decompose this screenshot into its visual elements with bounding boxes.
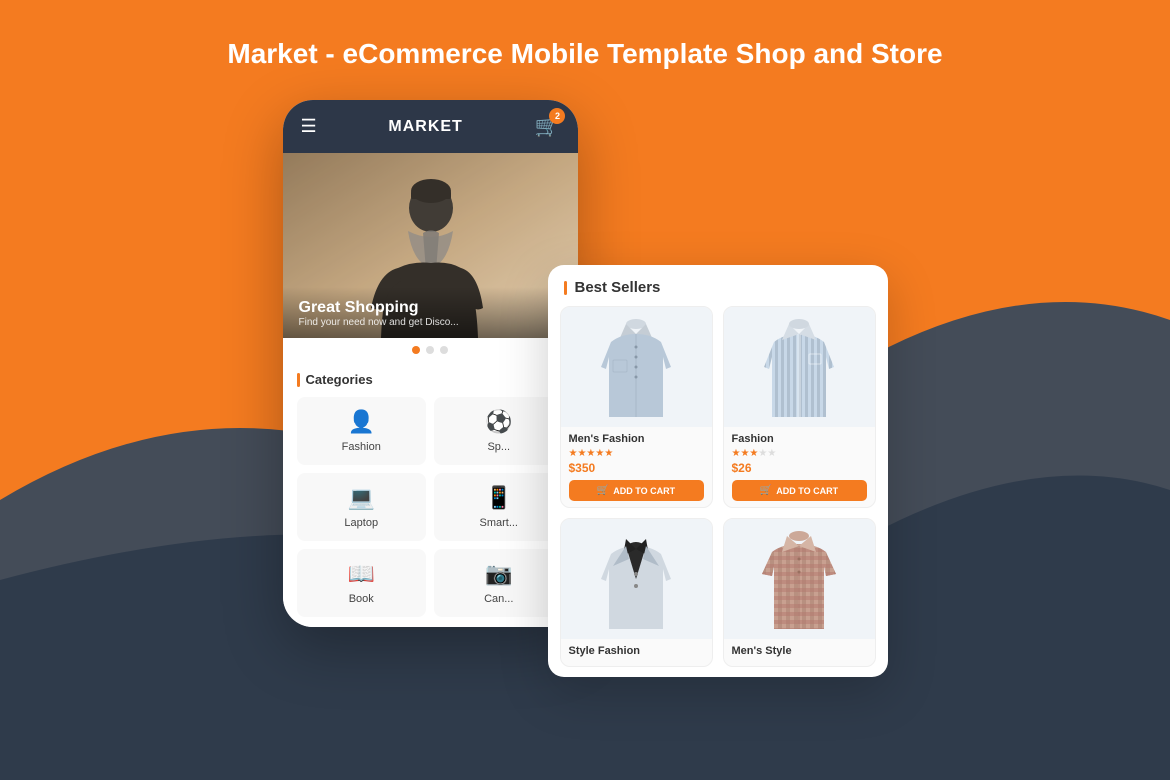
book-label: Book bbox=[349, 593, 374, 605]
product-info-mens-fashion: Men's Fashion ★★★★★ $350 🛒 ADD TO CART bbox=[561, 427, 712, 507]
product-fashion: Fashion ★★★★★ $26 🛒 ADD TO CART bbox=[723, 306, 876, 508]
product-name-fashion: Fashion bbox=[732, 433, 867, 445]
product-mens-style: Men's Style bbox=[723, 518, 876, 667]
book-icon: 📖 bbox=[348, 561, 375, 587]
smartphone-label: Smart... bbox=[479, 517, 518, 529]
best-sellers-header: Best Sellers bbox=[548, 265, 888, 306]
categories-grid: 👤 Fashion ⚽ Sp... 💻 Laptop 📱 Smart... 📖 bbox=[297, 397, 564, 617]
bs-section-bar bbox=[564, 281, 567, 295]
phone-hero: Great Shopping Find your need now and ge… bbox=[283, 153, 578, 338]
add-to-cart-mens-fashion[interactable]: 🛒 ADD TO CART bbox=[569, 480, 704, 501]
sports-label: Sp... bbox=[487, 441, 510, 453]
phone-header: ☰ MARKET 🛒 2 bbox=[283, 100, 578, 153]
cart-btn-icon-1: 🛒 bbox=[597, 485, 609, 496]
product-name-style-fashion: Style Fashion bbox=[569, 645, 704, 657]
product-info-mens-style: Men's Style bbox=[724, 639, 875, 666]
dot-3[interactable] bbox=[440, 346, 448, 354]
category-smartphone[interactable]: 📱 Smart... bbox=[434, 473, 564, 541]
camera-icon: 📷 bbox=[485, 561, 512, 587]
category-sports[interactable]: ⚽ Sp... bbox=[434, 397, 564, 465]
category-fashion[interactable]: 👤 Fashion bbox=[297, 397, 427, 465]
product-name-mens-style: Men's Style bbox=[732, 645, 867, 657]
categories-section-title: Categories bbox=[297, 372, 564, 387]
laptop-label: Laptop bbox=[344, 517, 378, 529]
cart-badge: 2 bbox=[549, 108, 565, 124]
best-sellers-card: Best Sellers bbox=[548, 265, 888, 677]
category-camera[interactable]: 📷 Can... bbox=[434, 549, 564, 617]
category-laptop[interactable]: 💻 Laptop bbox=[297, 473, 427, 541]
product-stars-mens-fashion: ★★★★★ bbox=[569, 448, 704, 459]
hero-subtitle: Find your need now and get Disco... bbox=[299, 317, 562, 328]
phone-app-title: MARKET bbox=[388, 118, 462, 136]
product-info-style-fashion: Style Fashion bbox=[561, 639, 712, 666]
dot-2[interactable] bbox=[426, 346, 434, 354]
hero-title: Great Shopping bbox=[299, 299, 562, 317]
laptop-icon: 💻 bbox=[348, 485, 375, 511]
hero-dots bbox=[283, 338, 578, 362]
section-bar bbox=[297, 373, 300, 387]
fashion-label: Fashion bbox=[342, 441, 381, 453]
product-style-fashion: Style Fashion bbox=[560, 518, 713, 667]
product-info-fashion: Fashion ★★★★★ $26 🛒 ADD TO CART bbox=[724, 427, 875, 507]
phone-mockup: ☰ MARKET 🛒 2 bbox=[283, 100, 578, 627]
categories-section: Categories 👤 Fashion ⚽ Sp... 💻 Laptop 📱 bbox=[283, 362, 578, 627]
product-img-fashion bbox=[724, 307, 875, 427]
fashion-icon: 👤 bbox=[348, 409, 375, 435]
product-stars-fashion: ★★★★★ bbox=[732, 448, 867, 459]
page-title: Market - eCommerce Mobile Template Shop … bbox=[0, 0, 1170, 90]
product-price-mens-fashion: $350 bbox=[569, 461, 704, 475]
product-img-mens-fashion bbox=[561, 307, 712, 427]
cart-btn-icon-2: 🛒 bbox=[760, 485, 772, 496]
dot-1[interactable] bbox=[412, 346, 420, 354]
main-content: ☰ MARKET 🛒 2 bbox=[0, 90, 1170, 677]
product-name-mens-fashion: Men's Fashion bbox=[569, 433, 704, 445]
product-price-fashion: $26 bbox=[732, 461, 867, 475]
cart-icon-wrap[interactable]: 🛒 2 bbox=[535, 114, 560, 139]
camera-label: Can... bbox=[484, 593, 513, 605]
best-sellers-title: Best Sellers bbox=[575, 279, 661, 296]
category-book[interactable]: 📖 Book bbox=[297, 549, 427, 617]
smartphone-icon: 📱 bbox=[485, 485, 512, 511]
product-img-style-fashion bbox=[561, 519, 712, 639]
product-mens-fashion: Men's Fashion ★★★★★ $350 🛒 ADD TO CART bbox=[560, 306, 713, 508]
product-img-mens-style bbox=[724, 519, 875, 639]
hamburger-icon[interactable]: ☰ bbox=[301, 116, 317, 137]
add-to-cart-fashion[interactable]: 🛒 ADD TO CART bbox=[732, 480, 867, 501]
hero-overlay: Great Shopping Find your need now and ge… bbox=[283, 287, 578, 338]
best-sellers-grid: Men's Fashion ★★★★★ $350 🛒 ADD TO CART bbox=[548, 306, 888, 667]
sports-icon: ⚽ bbox=[485, 409, 512, 435]
